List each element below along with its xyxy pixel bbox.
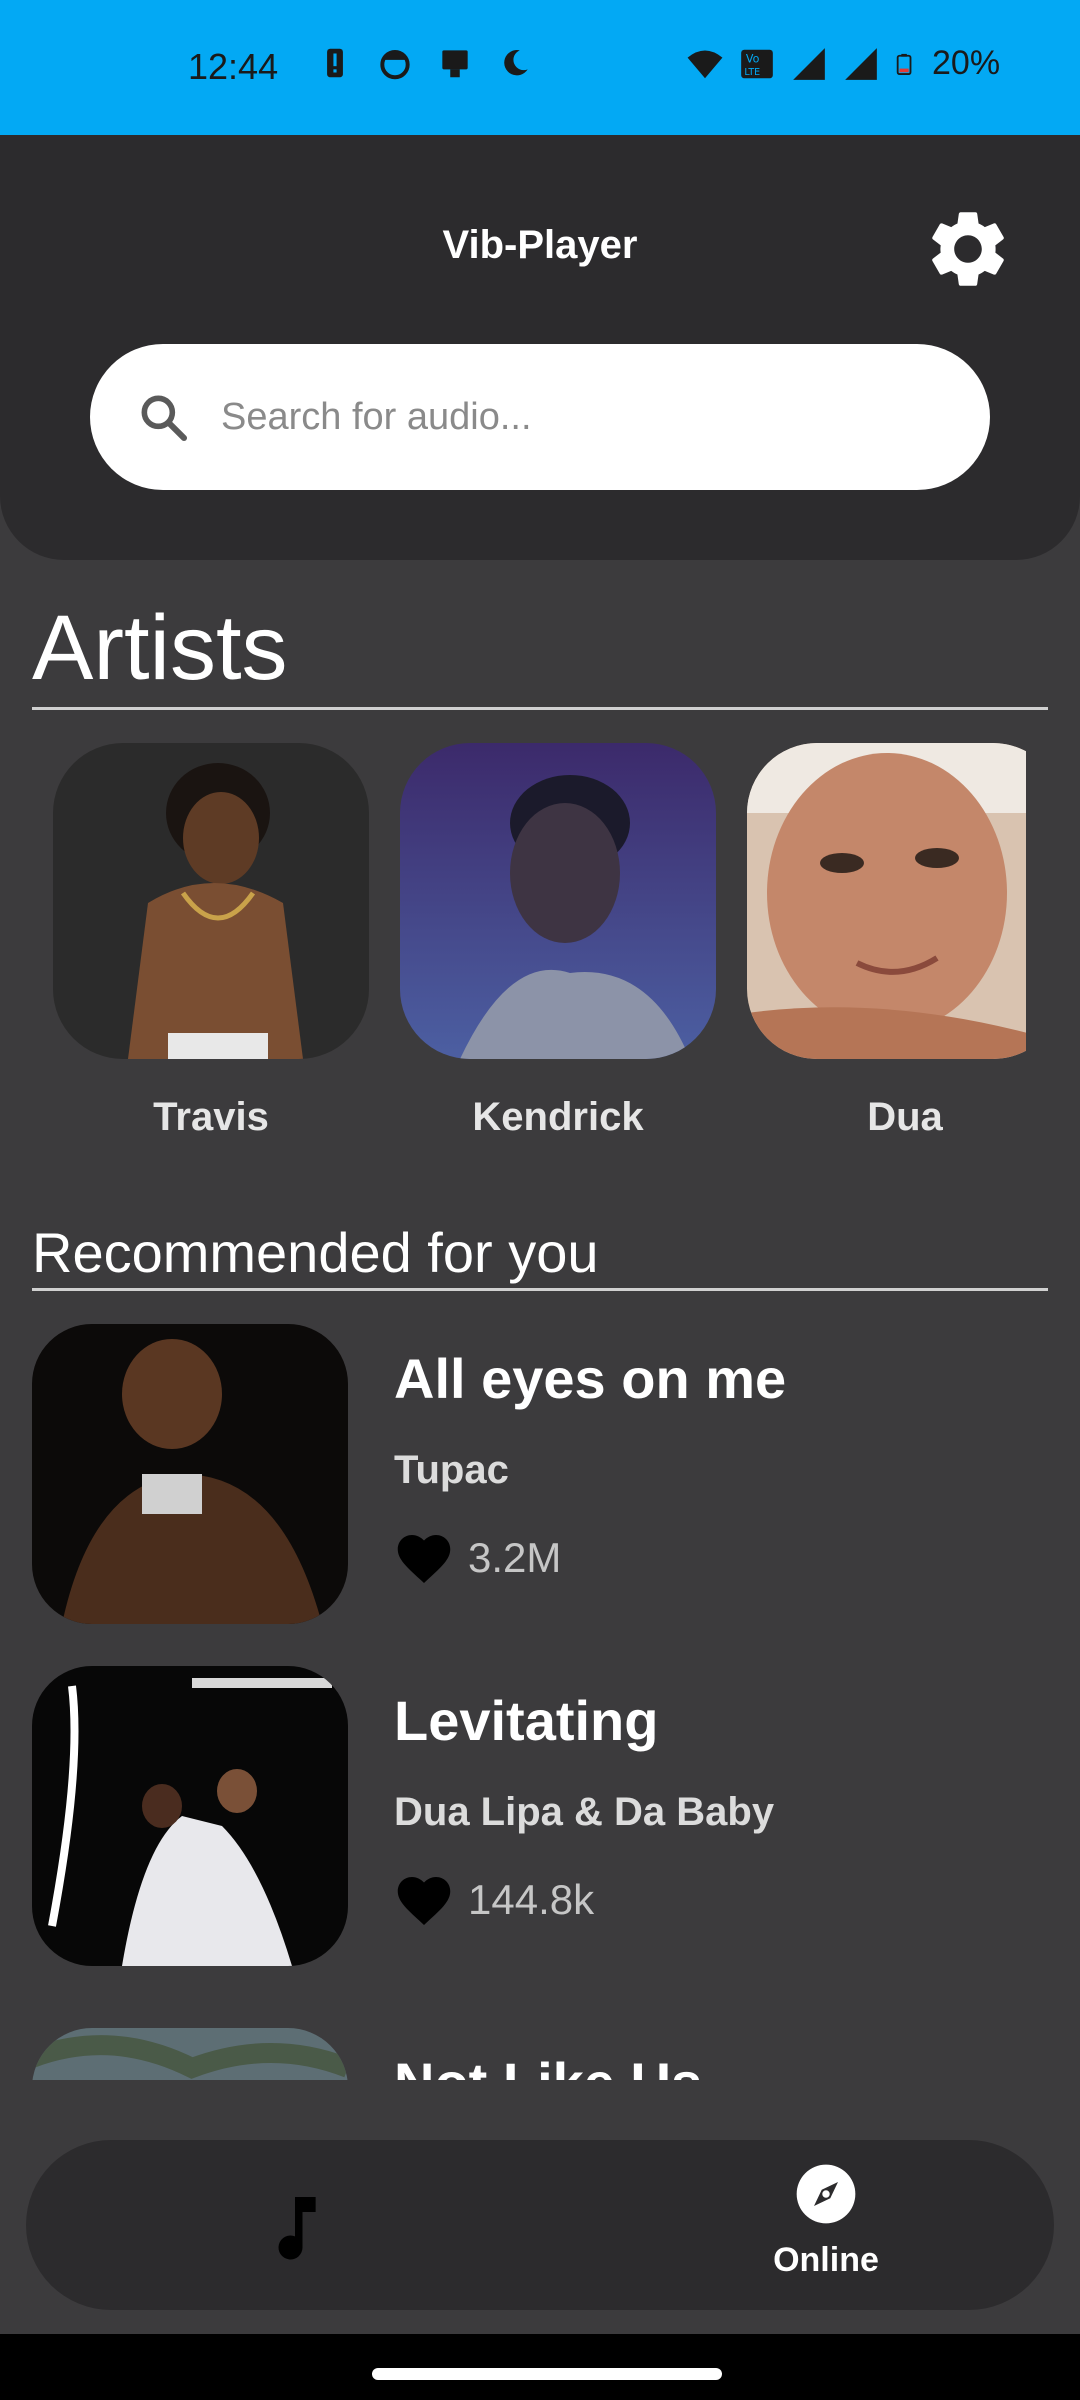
bottom-nav: Online: [26, 2140, 1054, 2310]
status-bar: 12:44 Vo LTE 20%: [0, 0, 1080, 135]
nav-online[interactable]: Online: [726, 2162, 926, 2292]
divider: [32, 1288, 1048, 1291]
gear-icon[interactable]: [922, 203, 1014, 295]
wifi-icon: [687, 50, 723, 78]
song-cover: [32, 1666, 348, 1966]
device-icon: [442, 50, 468, 78]
search-icon: [141, 395, 188, 442]
screen: 12:44 Vo LTE 20% Vib-Player Search for a…: [0, 0, 1080, 2400]
song-row[interactable]: All eyes on me Tupac 3.2M: [32, 1324, 1032, 1640]
artist-name: Dua: [867, 1095, 943, 1139]
nav-online-label: Online: [773, 2241, 879, 2279]
home-gesture-bar[interactable]: [372, 2368, 722, 2380]
song-likes: 144.8k: [394, 1872, 594, 1928]
artist-photo: [747, 743, 1026, 1059]
status-notification-icons: [316, 44, 534, 82]
song-cover: [32, 1324, 348, 1624]
face-icon: [380, 49, 410, 80]
app-header: Vib-Player: [0, 135, 1080, 560]
artist-photo: [400, 743, 716, 1059]
song-cover: [32, 2028, 348, 2080]
song-title: All eyes on me: [394, 1347, 787, 1410]
recommended-heading: Recommended for you: [32, 1221, 599, 1284]
status-time: 12:44: [188, 46, 279, 87]
battery-percent: 20%: [932, 44, 1001, 82]
svg-text:Vo: Vo: [746, 52, 760, 65]
volte-icon: Vo LTE: [741, 49, 773, 78]
compass-icon: [796, 2164, 856, 2224]
artist-card-travis[interactable]: Travis: [53, 743, 369, 1140]
music-note-icon[interactable]: [240, 2182, 350, 2272]
song-artist: Dua Lipa & Da Baby: [394, 1790, 775, 1834]
artist-photo: [53, 743, 369, 1059]
divider: [32, 707, 1048, 710]
system-nav-bar: [0, 2334, 1080, 2400]
alert-icon: [327, 48, 343, 78]
search-bar[interactable]: [90, 344, 990, 490]
status-system-icons: Vo LTE 20%: [686, 44, 1000, 83]
svg-text:LTE: LTE: [744, 67, 760, 78]
artists-heading: Artists: [32, 597, 288, 699]
song-title: Not Like Us: [394, 2050, 702, 2080]
artist-card-kendrick[interactable]: Kendrick: [400, 743, 716, 1140]
artist-name: Travis: [153, 1095, 269, 1139]
battery-icon: [896, 53, 912, 75]
songs-list[interactable]: All eyes on me Tupac 3.2M Levitating Dua…: [0, 1320, 1080, 2080]
heart-icon[interactable]: [394, 1530, 454, 1586]
moon-icon: [504, 50, 528, 76]
song-row[interactable]: Not Like Us: [32, 2028, 1032, 2080]
song-likes: 3.2M: [394, 1530, 561, 1586]
likes-count: 3.2M: [468, 1534, 562, 1581]
signal-icon: [793, 47, 825, 80]
song-row[interactable]: Levitating Dua Lipa & Da Baby 144.8k: [32, 1666, 1032, 1982]
heart-icon[interactable]: [394, 1872, 454, 1928]
signal-icon: [845, 47, 877, 80]
artists-carousel[interactable]: Travis Kendrick Dua: [0, 743, 1026, 1143]
artist-card-dua[interactable]: Dua: [747, 743, 1026, 1140]
search-input[interactable]: [221, 395, 921, 439]
song-title: Levitating: [394, 1689, 659, 1752]
app-title: Vib-Player: [442, 223, 638, 267]
song-artist: Tupac: [394, 1448, 509, 1492]
artist-name: Kendrick: [472, 1095, 644, 1139]
likes-count: 144.8k: [468, 1876, 595, 1923]
